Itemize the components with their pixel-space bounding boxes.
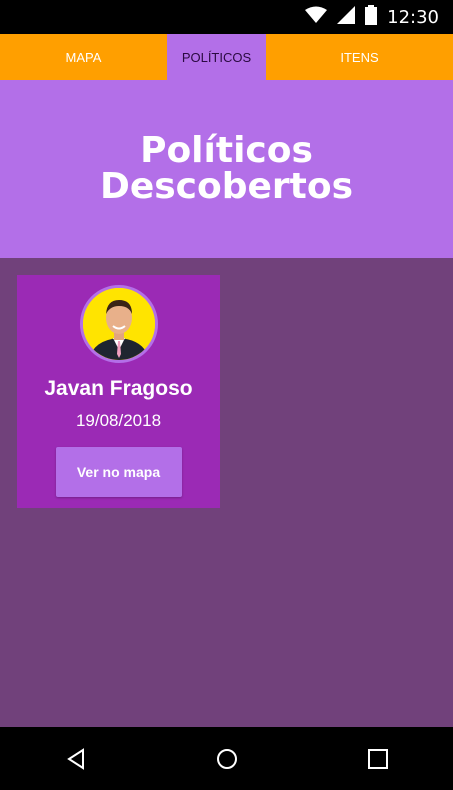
tab-politicos[interactable]: POLÍTICOS	[167, 34, 266, 80]
politicians-list: Javan Fragoso 19/08/2018 Ver no mapa	[0, 258, 453, 727]
home-icon[interactable]	[207, 739, 247, 779]
status-bar: 12:30	[0, 0, 453, 34]
view-on-map-button[interactable]: Ver no mapa	[55, 447, 182, 497]
app-screen: 12:30 MAPA POLÍTICOS ITENS Políticos Des…	[0, 0, 453, 790]
avatar	[79, 285, 158, 363]
tab-mapa[interactable]: MAPA	[0, 34, 167, 80]
page-title: Políticos Descobertos	[99, 130, 354, 207]
tab-itens[interactable]: ITENS	[266, 34, 453, 80]
header-banner: Políticos Descobertos	[0, 80, 453, 258]
status-time: 12:30	[387, 6, 439, 28]
recents-icon[interactable]	[358, 739, 398, 779]
system-nav-bar	[0, 727, 453, 790]
wifi-icon	[305, 6, 328, 29]
signal-icon	[337, 6, 356, 29]
discovery-date: 19/08/2018	[75, 411, 162, 430]
battery-icon	[365, 5, 378, 30]
status-icons: 12:30	[305, 5, 439, 30]
politician-name: Javan Fragoso	[44, 377, 193, 400]
politician-photo	[82, 288, 155, 360]
tab-bar: MAPA POLÍTICOS ITENS	[0, 34, 453, 80]
politician-card: Javan Fragoso 19/08/2018 Ver no mapa	[17, 275, 220, 508]
back-icon[interactable]	[56, 739, 96, 779]
